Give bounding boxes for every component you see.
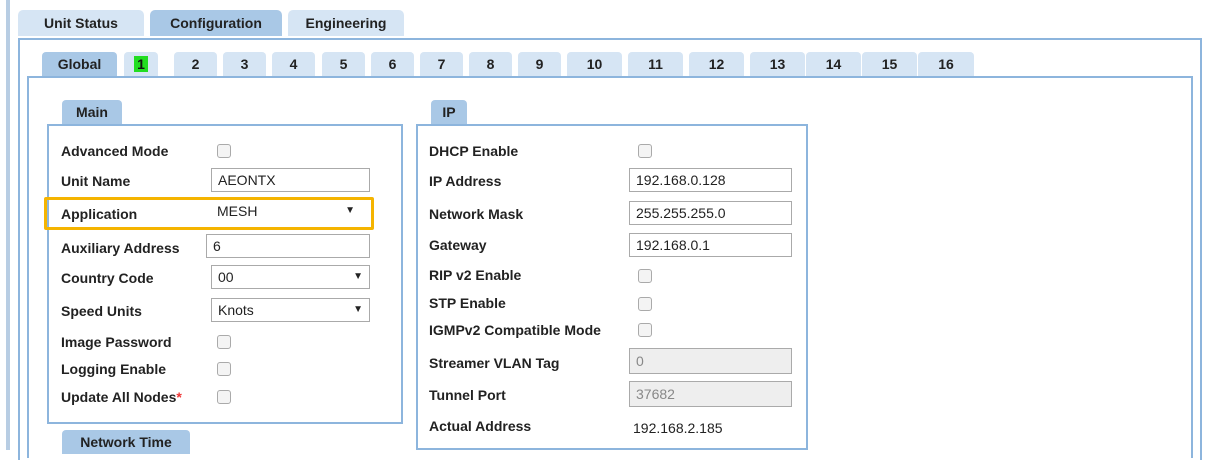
subtab-5[interactable]: 5 [322, 52, 365, 76]
streamer-vlan-tag-field[interactable] [629, 348, 792, 374]
image-password-checkbox[interactable] [217, 335, 231, 349]
tunnel-port-field[interactable] [629, 381, 792, 407]
image-password-label: Image Password [61, 334, 172, 350]
tunnel-port-label: Tunnel Port [429, 387, 506, 403]
subtab-1[interactable]: 1 [124, 52, 158, 76]
dhcp-enable-checkbox[interactable] [638, 144, 652, 158]
tab-engineering[interactable]: Engineering [288, 10, 404, 36]
subtab-8[interactable]: 8 [469, 52, 512, 76]
network-mask-label: Network Mask [429, 206, 524, 222]
subtab-6[interactable]: 6 [371, 52, 414, 76]
ip-address-label: IP Address [429, 173, 502, 189]
advanced-mode-label: Advanced Mode [61, 143, 169, 159]
speed-units-select[interactable]: Knots ▼ [211, 298, 370, 322]
ip-group-title: IP [431, 100, 467, 124]
country-code-select[interactable]: 00 ▼ [211, 265, 370, 289]
dhcp-enable-label: DHCP Enable [429, 143, 519, 159]
subtab-2[interactable]: 2 [174, 52, 217, 76]
update-all-nodes-text: Update All Nodes [61, 389, 177, 405]
application-select[interactable]: MESH ▼ [211, 200, 361, 224]
network-mask-field[interactable] [629, 201, 792, 225]
logging-enable-checkbox[interactable] [217, 362, 231, 376]
unit-name-label: Unit Name [61, 173, 131, 189]
chevron-down-icon: ▼ [345, 205, 355, 216]
speed-units-value: Knots [218, 302, 254, 318]
application-label: Application [61, 206, 138, 222]
unit-name-field[interactable] [211, 168, 370, 192]
tab-unit-status[interactable]: Unit Status [18, 10, 144, 36]
subtab-9[interactable]: 9 [518, 52, 561, 76]
chevron-down-icon: ▼ [353, 271, 363, 282]
subtab-15[interactable]: 15 [862, 52, 917, 76]
required-marker: * [176, 389, 182, 405]
subtab-7[interactable]: 7 [420, 52, 463, 76]
subtab-10[interactable]: 10 [567, 52, 622, 76]
chevron-down-icon: ▼ [353, 304, 363, 315]
country-code-label: Country Code [61, 270, 154, 286]
speed-units-label: Speed Units [61, 303, 142, 319]
rip-v2-enable-checkbox[interactable] [638, 269, 652, 283]
application-value: MESH [217, 203, 258, 219]
subtab-14[interactable]: 14 [806, 52, 861, 76]
main-group-title: Main [62, 100, 122, 124]
subtab-12[interactable]: 12 [689, 52, 744, 76]
logging-enable-label: Logging Enable [61, 361, 166, 377]
subtab-11[interactable]: 11 [628, 52, 683, 76]
auxiliary-address-label: Auxiliary Address [61, 240, 180, 256]
gateway-label: Gateway [429, 237, 487, 253]
subtab-global[interactable]: Global [42, 52, 117, 76]
subtab-13[interactable]: 13 [750, 52, 805, 76]
actual-address-value: 192.168.2.185 [633, 420, 723, 436]
network-time-group-title: Network Time [62, 430, 190, 454]
subtab-3[interactable]: 3 [223, 52, 266, 76]
advanced-mode-checkbox[interactable] [217, 144, 231, 158]
subtab-4[interactable]: 4 [272, 52, 315, 76]
actual-address-label: Actual Address [429, 418, 532, 434]
update-all-nodes-checkbox[interactable] [217, 390, 231, 404]
left-border [6, 0, 10, 450]
active-badge: 1 [134, 56, 148, 72]
country-code-value: 00 [218, 269, 234, 285]
gateway-field[interactable] [629, 233, 792, 257]
stp-enable-label: STP Enable [429, 295, 506, 311]
igmpv2-mode-checkbox[interactable] [638, 323, 652, 337]
stp-enable-checkbox[interactable] [638, 297, 652, 311]
auxiliary-address-field[interactable] [206, 234, 370, 258]
ip-address-field[interactable] [629, 168, 792, 192]
subtab-16[interactable]: 16 [918, 52, 974, 76]
rip-v2-enable-label: RIP v2 Enable [429, 267, 522, 283]
streamer-vlan-tag-label: Streamer VLAN Tag [429, 355, 560, 371]
igmpv2-mode-label: IGMPv2 Compatible Mode [429, 322, 601, 338]
update-all-nodes-label: Update All Nodes* [61, 389, 182, 405]
tab-configuration[interactable]: Configuration [150, 10, 282, 36]
